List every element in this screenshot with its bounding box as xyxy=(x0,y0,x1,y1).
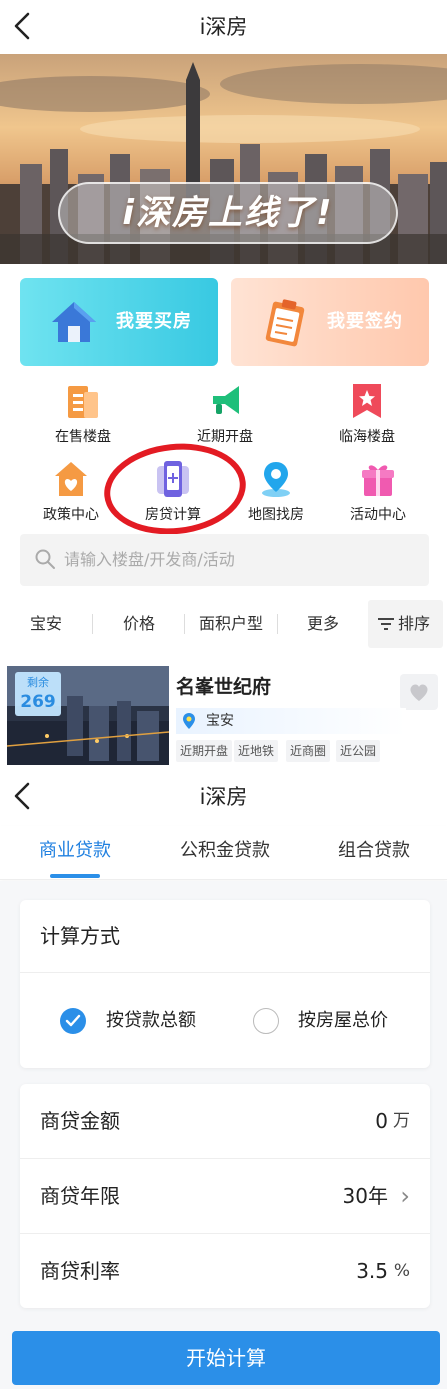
promo-banner[interactable]: i深房上线了! xyxy=(0,54,447,264)
top-nav: i深房 xyxy=(0,0,447,54)
tab-provident-fund-loan[interactable]: 公积金贷款 xyxy=(165,826,285,876)
sign-contract-card[interactable]: 我要签约 xyxy=(231,278,429,366)
calc-method-title: 计算方式 xyxy=(40,924,120,948)
tab-commercial-loan[interactable]: 商业贷款 xyxy=(20,826,130,876)
listing-tag: 近公园 xyxy=(336,740,381,762)
by-loan-amount-label[interactable]: 按贷款总额 xyxy=(106,1008,196,1034)
interest-rate-unit: % xyxy=(393,1261,410,1281)
divider xyxy=(20,972,430,973)
chevron-right-icon: › xyxy=(400,1182,410,1210)
by-house-price-label[interactable]: 按房屋总价 xyxy=(298,1008,388,1034)
loan-amount-row[interactable]: 商贷金额 0 万 xyxy=(20,1084,430,1158)
building-icon xyxy=(68,386,98,418)
interest-rate-label: 商贷利率 xyxy=(40,1259,120,1283)
loan-amount-unit: 万 xyxy=(393,1111,410,1131)
filter-divider xyxy=(92,614,93,634)
listing-tag: 近期开盘 xyxy=(176,740,233,762)
filter-district[interactable]: 宝安 xyxy=(10,600,82,648)
loan-term-value[interactable]: 30年 xyxy=(343,1159,388,1233)
bookmark-star-icon xyxy=(353,384,381,418)
loan-term-row[interactable]: 商贷年限 30年 › xyxy=(20,1159,430,1233)
sort-button[interactable]: 排序 xyxy=(368,600,443,648)
page-title: i深房 xyxy=(199,15,248,39)
clipboard-icon xyxy=(265,299,305,347)
checkmark-icon xyxy=(65,1014,81,1027)
tab-combined-loan[interactable]: 组合贷款 xyxy=(322,826,426,876)
map-pin-icon xyxy=(262,462,290,497)
grid-label: 地图找房 xyxy=(248,507,304,523)
grid-item-seaside[interactable]: 临海楼盘 xyxy=(312,382,422,452)
house-icon xyxy=(52,302,96,342)
buy-house-card[interactable]: 我要买房 xyxy=(20,278,218,366)
loan-type-tabs: 商业贷款 公积金贷款 组合贷款 xyxy=(0,826,447,880)
grid-label: 临海楼盘 xyxy=(339,429,395,445)
remaining-count: 269 xyxy=(20,692,56,712)
banner-headline: i深房上线了! xyxy=(58,182,398,244)
loan-term-label: 商贷年限 xyxy=(40,1184,120,1208)
grid-item-opening-soon[interactable]: 近期开盘 xyxy=(170,382,280,452)
favorite-button[interactable] xyxy=(400,674,438,710)
sort-icon xyxy=(378,618,394,630)
search-input[interactable]: 请输入楼盘/开发商/活动 xyxy=(64,534,235,586)
listing-tag: 近商圈 xyxy=(286,740,331,762)
filter-area-layout[interactable]: 面积户型 xyxy=(190,600,272,648)
remaining-badge: 剩余 269 xyxy=(15,672,61,716)
search-icon xyxy=(35,549,55,569)
filter-more[interactable]: 更多 xyxy=(286,600,360,648)
sort-label: 排序 xyxy=(398,614,431,633)
location-pin-icon xyxy=(183,713,195,729)
calculator-nav: i深房 xyxy=(0,768,447,826)
calculator-title: i深房 xyxy=(199,785,248,809)
heart-icon xyxy=(410,684,428,701)
grid-item-events[interactable]: 活动中心 xyxy=(323,460,433,530)
interest-rate-row[interactable]: 商贷利率 3.5 % xyxy=(20,1234,430,1308)
grid-item-on-sale[interactable]: 在售楼盘 xyxy=(28,382,138,452)
listing-district: 宝安 xyxy=(206,713,234,729)
grid-label: 在售楼盘 xyxy=(55,429,111,445)
listing-thumbnail: 剩余 269 xyxy=(7,666,169,765)
filter-divider xyxy=(184,614,185,634)
listing-location: 宝安 xyxy=(176,708,406,734)
loan-amount-input[interactable]: 0 xyxy=(375,1084,388,1158)
grid-label: 活动中心 xyxy=(350,507,406,523)
buy-house-label: 我要买房 xyxy=(116,311,192,332)
megaphone-icon xyxy=(213,386,239,414)
listing-tag: 近地铁 xyxy=(234,740,279,762)
start-calculation-button[interactable]: 开始计算 xyxy=(12,1331,440,1385)
filter-price[interactable]: 价格 xyxy=(102,600,176,648)
filter-bar: 宝安 价格 面积户型 更多 排序 xyxy=(0,600,447,648)
loan-params-panel: 商贷金额 0 万 商贷年限 30年 › 商贷利率 3.5 % xyxy=(20,1084,430,1308)
loan-amount-label: 商贷金额 xyxy=(40,1109,120,1133)
gift-icon xyxy=(362,465,394,496)
active-tab-indicator xyxy=(50,874,100,878)
filter-divider xyxy=(277,614,278,634)
remaining-label: 剩余 xyxy=(27,676,49,689)
by-loan-amount-radio[interactable] xyxy=(60,1008,86,1034)
heart-house-icon xyxy=(55,462,87,496)
search-bar[interactable]: 请输入楼盘/开发商/活动 xyxy=(20,534,429,586)
calc-method-panel: 计算方式 按贷款总额 按房屋总价 xyxy=(20,900,430,1068)
listing-name: 名峯世纪府 xyxy=(176,676,272,698)
interest-rate-input[interactable]: 3.5 xyxy=(356,1234,388,1308)
by-house-price-radio[interactable] xyxy=(253,1008,279,1034)
sign-contract-label: 我要签约 xyxy=(327,311,403,332)
